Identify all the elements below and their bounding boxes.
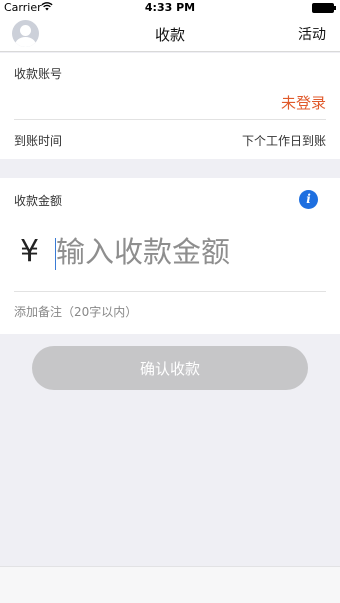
account-section: 收款账号 未登录 到账时间 下个工作日到账 (0, 53, 340, 159)
page-title: 收款 (154, 26, 185, 44)
bottom-toolbar (0, 566, 340, 603)
arrival-time-label: 到账时间 (14, 134, 63, 148)
navigation-bar: 收款 活动 (0, 16, 340, 52)
activity-button[interactable]: 活动 (298, 24, 326, 44)
arrival-time-value: 下个工作日到账 (241, 134, 326, 148)
amount-input[interactable] (56, 232, 306, 272)
divider (14, 119, 326, 120)
status-time: 4:33 PM (144, 1, 196, 14)
login-status-link[interactable]: 未登录 (281, 92, 326, 113)
account-label: 收款账号 (14, 67, 63, 81)
battery-icon (312, 3, 336, 13)
note-input[interactable] (14, 300, 314, 324)
confirm-collection-button[interactable]: 确认收款 (32, 346, 308, 390)
amount-section: 收款金额 i ¥ (0, 178, 340, 334)
status-bar: Carrier 4:33 PM (0, 0, 340, 16)
divider (14, 291, 326, 292)
amount-label: 收款金额 (14, 194, 63, 208)
info-icon[interactable]: i (299, 190, 318, 209)
yen-currency-icon: ¥ (20, 234, 40, 269)
